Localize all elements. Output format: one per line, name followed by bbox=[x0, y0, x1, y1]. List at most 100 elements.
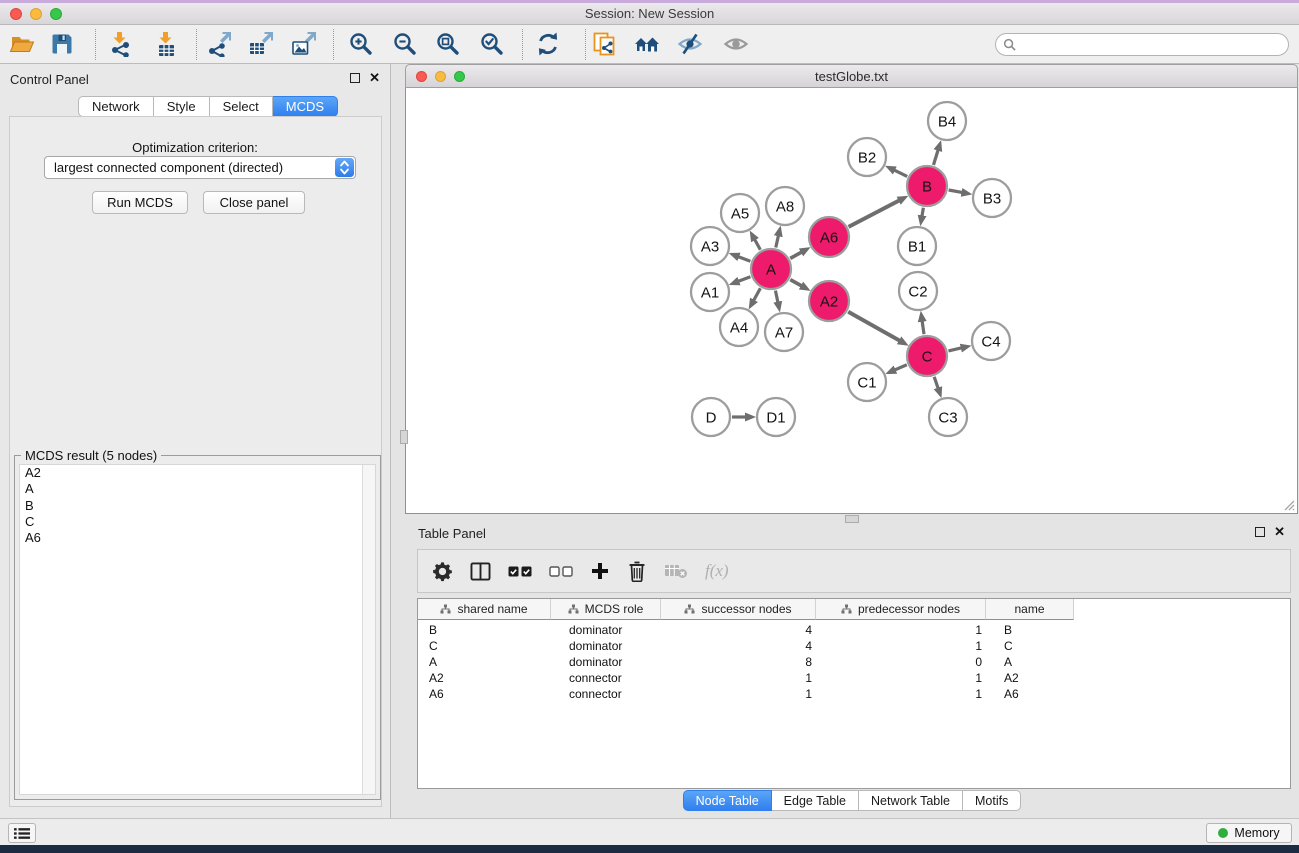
memory-button[interactable]: Memory bbox=[1206, 823, 1292, 843]
tab-node-table[interactable]: Node Table bbox=[683, 790, 772, 811]
close-panel-icon[interactable]: ✕ bbox=[369, 73, 380, 83]
vertical-splitter-handle[interactable] bbox=[400, 430, 408, 444]
node-A7[interactable]: A7 bbox=[765, 313, 803, 351]
edge-C-C4[interactable] bbox=[948, 348, 962, 351]
network-from-selection-icon[interactable] bbox=[592, 31, 618, 57]
node-B1[interactable]: B1 bbox=[898, 227, 936, 265]
column-header-shared-name[interactable]: shared name bbox=[418, 599, 551, 620]
save-session-icon[interactable] bbox=[49, 31, 75, 57]
edge-B-B3[interactable] bbox=[949, 190, 964, 193]
select-all-checkboxes-icon[interactable] bbox=[508, 566, 532, 577]
columns-layout-icon[interactable] bbox=[470, 562, 491, 581]
table-row[interactable]: Cdominator41C bbox=[418, 638, 1290, 654]
edge-A-A2[interactable] bbox=[790, 280, 802, 287]
hide-selected-icon[interactable] bbox=[677, 31, 703, 57]
tab-edge-table[interactable]: Edge Table bbox=[772, 790, 859, 811]
edge-A-A4[interactable] bbox=[753, 288, 760, 301]
zoom-in-icon[interactable] bbox=[348, 31, 374, 57]
edge-B-B2[interactable] bbox=[893, 170, 907, 177]
result-item[interactable]: C bbox=[20, 514, 375, 530]
edge-A-A6[interactable] bbox=[790, 251, 802, 258]
tab-motifs[interactable]: Motifs bbox=[963, 790, 1021, 811]
table-row[interactable]: A6connector11A6 bbox=[418, 686, 1290, 702]
search-input[interactable] bbox=[1021, 38, 1271, 52]
node-C4[interactable]: C4 bbox=[972, 322, 1010, 360]
function-builder-icon[interactable]: f(x) bbox=[705, 561, 729, 581]
refresh-icon[interactable] bbox=[535, 31, 561, 57]
node-D1[interactable]: D1 bbox=[757, 398, 795, 436]
node-A2[interactable]: A2 bbox=[809, 281, 849, 321]
tab-mcds[interactable]: MCDS bbox=[273, 96, 338, 117]
node-A8[interactable]: A8 bbox=[766, 187, 804, 225]
edge-B-B4[interactable] bbox=[933, 149, 938, 165]
edge-A-A3[interactable] bbox=[737, 256, 750, 261]
edge-A6-B[interactable] bbox=[849, 200, 901, 227]
node-C3[interactable]: C3 bbox=[929, 398, 967, 436]
node-B[interactable]: B bbox=[907, 166, 947, 206]
import-network-icon[interactable] bbox=[107, 31, 133, 57]
delete-table-icon[interactable] bbox=[664, 563, 688, 579]
edge-A-A7[interactable] bbox=[775, 291, 778, 304]
node-C2[interactable]: C2 bbox=[899, 272, 937, 310]
tab-network-table[interactable]: Network Table bbox=[859, 790, 963, 811]
edge-A-A5[interactable] bbox=[754, 238, 760, 249]
result-list-scrollbar[interactable] bbox=[362, 465, 375, 794]
node-B2[interactable]: B2 bbox=[848, 138, 886, 176]
node-A4[interactable]: A4 bbox=[720, 308, 758, 346]
zoom-out-icon[interactable] bbox=[392, 31, 418, 57]
tab-network[interactable]: Network bbox=[78, 96, 154, 117]
edge-C-C3[interactable] bbox=[934, 377, 938, 390]
close-panel-button[interactable]: Close panel bbox=[203, 191, 305, 214]
float-panel-icon[interactable] bbox=[350, 73, 360, 83]
node-B3[interactable]: B3 bbox=[973, 179, 1011, 217]
node-C1[interactable]: C1 bbox=[848, 363, 886, 401]
table-row[interactable]: Adominator80A bbox=[418, 654, 1290, 670]
clear-all-checkboxes-icon[interactable] bbox=[549, 566, 573, 577]
import-table-icon[interactable] bbox=[153, 31, 179, 57]
float-panel-icon[interactable] bbox=[1255, 527, 1265, 537]
node-B4[interactable]: B4 bbox=[928, 102, 966, 140]
export-network-icon[interactable] bbox=[206, 31, 232, 57]
export-table-icon[interactable] bbox=[248, 31, 274, 57]
zoom-fit-icon[interactable] bbox=[435, 31, 461, 57]
task-history-button[interactable] bbox=[8, 823, 36, 843]
result-item[interactable]: A bbox=[20, 481, 375, 497]
table-row[interactable]: Bdominator41B bbox=[418, 622, 1290, 638]
network-canvas[interactable]: A A1 A2 A3 A4 A5 A6 A7 A8 B B1 B2 B3 B4 C C1 C2 C3C4 D D1 bbox=[405, 88, 1298, 514]
tab-select[interactable]: Select bbox=[210, 96, 273, 117]
edge-C-C1[interactable] bbox=[894, 365, 907, 371]
edge-A-A1[interactable] bbox=[737, 277, 750, 282]
result-item[interactable]: A2 bbox=[20, 465, 375, 481]
node-D[interactable]: D bbox=[692, 398, 730, 436]
export-image-icon[interactable] bbox=[291, 31, 317, 57]
result-item[interactable]: A6 bbox=[20, 530, 375, 546]
run-mcds-button[interactable]: Run MCDS bbox=[92, 191, 188, 214]
settings-gear-icon[interactable] bbox=[432, 561, 453, 582]
resize-grip-icon[interactable] bbox=[1283, 499, 1295, 511]
column-header-name[interactable]: name bbox=[986, 599, 1074, 620]
result-item[interactable]: B bbox=[20, 498, 375, 514]
open-file-icon[interactable] bbox=[9, 31, 35, 57]
home-icon[interactable] bbox=[634, 31, 660, 57]
column-header-successor-nodes[interactable]: successor nodes bbox=[661, 599, 816, 620]
search-field[interactable] bbox=[995, 33, 1289, 56]
node-A[interactable]: A bbox=[751, 249, 791, 289]
delete-column-icon[interactable] bbox=[627, 560, 647, 582]
criterion-select[interactable]: largest connected component (directed) bbox=[44, 156, 356, 179]
close-panel-icon[interactable]: ✕ bbox=[1274, 527, 1285, 537]
node-A1[interactable]: A1 bbox=[691, 273, 729, 311]
edge-B-B1[interactable] bbox=[922, 208, 924, 218]
zoom-selected-icon[interactable] bbox=[479, 31, 505, 57]
edge-A-A8[interactable] bbox=[776, 234, 779, 247]
network-window-titlebar[interactable]: testGlobe.txt bbox=[405, 64, 1298, 88]
edge-C-C2[interactable] bbox=[922, 320, 924, 334]
table-row[interactable]: A2connector11A2 bbox=[418, 670, 1290, 686]
node-A5[interactable]: A5 bbox=[721, 194, 759, 232]
node-A6[interactable]: A6 bbox=[809, 217, 849, 257]
column-header-mcds-role[interactable]: MCDS role bbox=[551, 599, 661, 620]
show-selected-icon[interactable] bbox=[723, 31, 749, 57]
column-header-predecessor-nodes[interactable]: predecessor nodes bbox=[816, 599, 986, 620]
node-A3[interactable]: A3 bbox=[691, 227, 729, 265]
node-C[interactable]: C bbox=[907, 336, 947, 376]
add-column-icon[interactable] bbox=[590, 561, 610, 581]
